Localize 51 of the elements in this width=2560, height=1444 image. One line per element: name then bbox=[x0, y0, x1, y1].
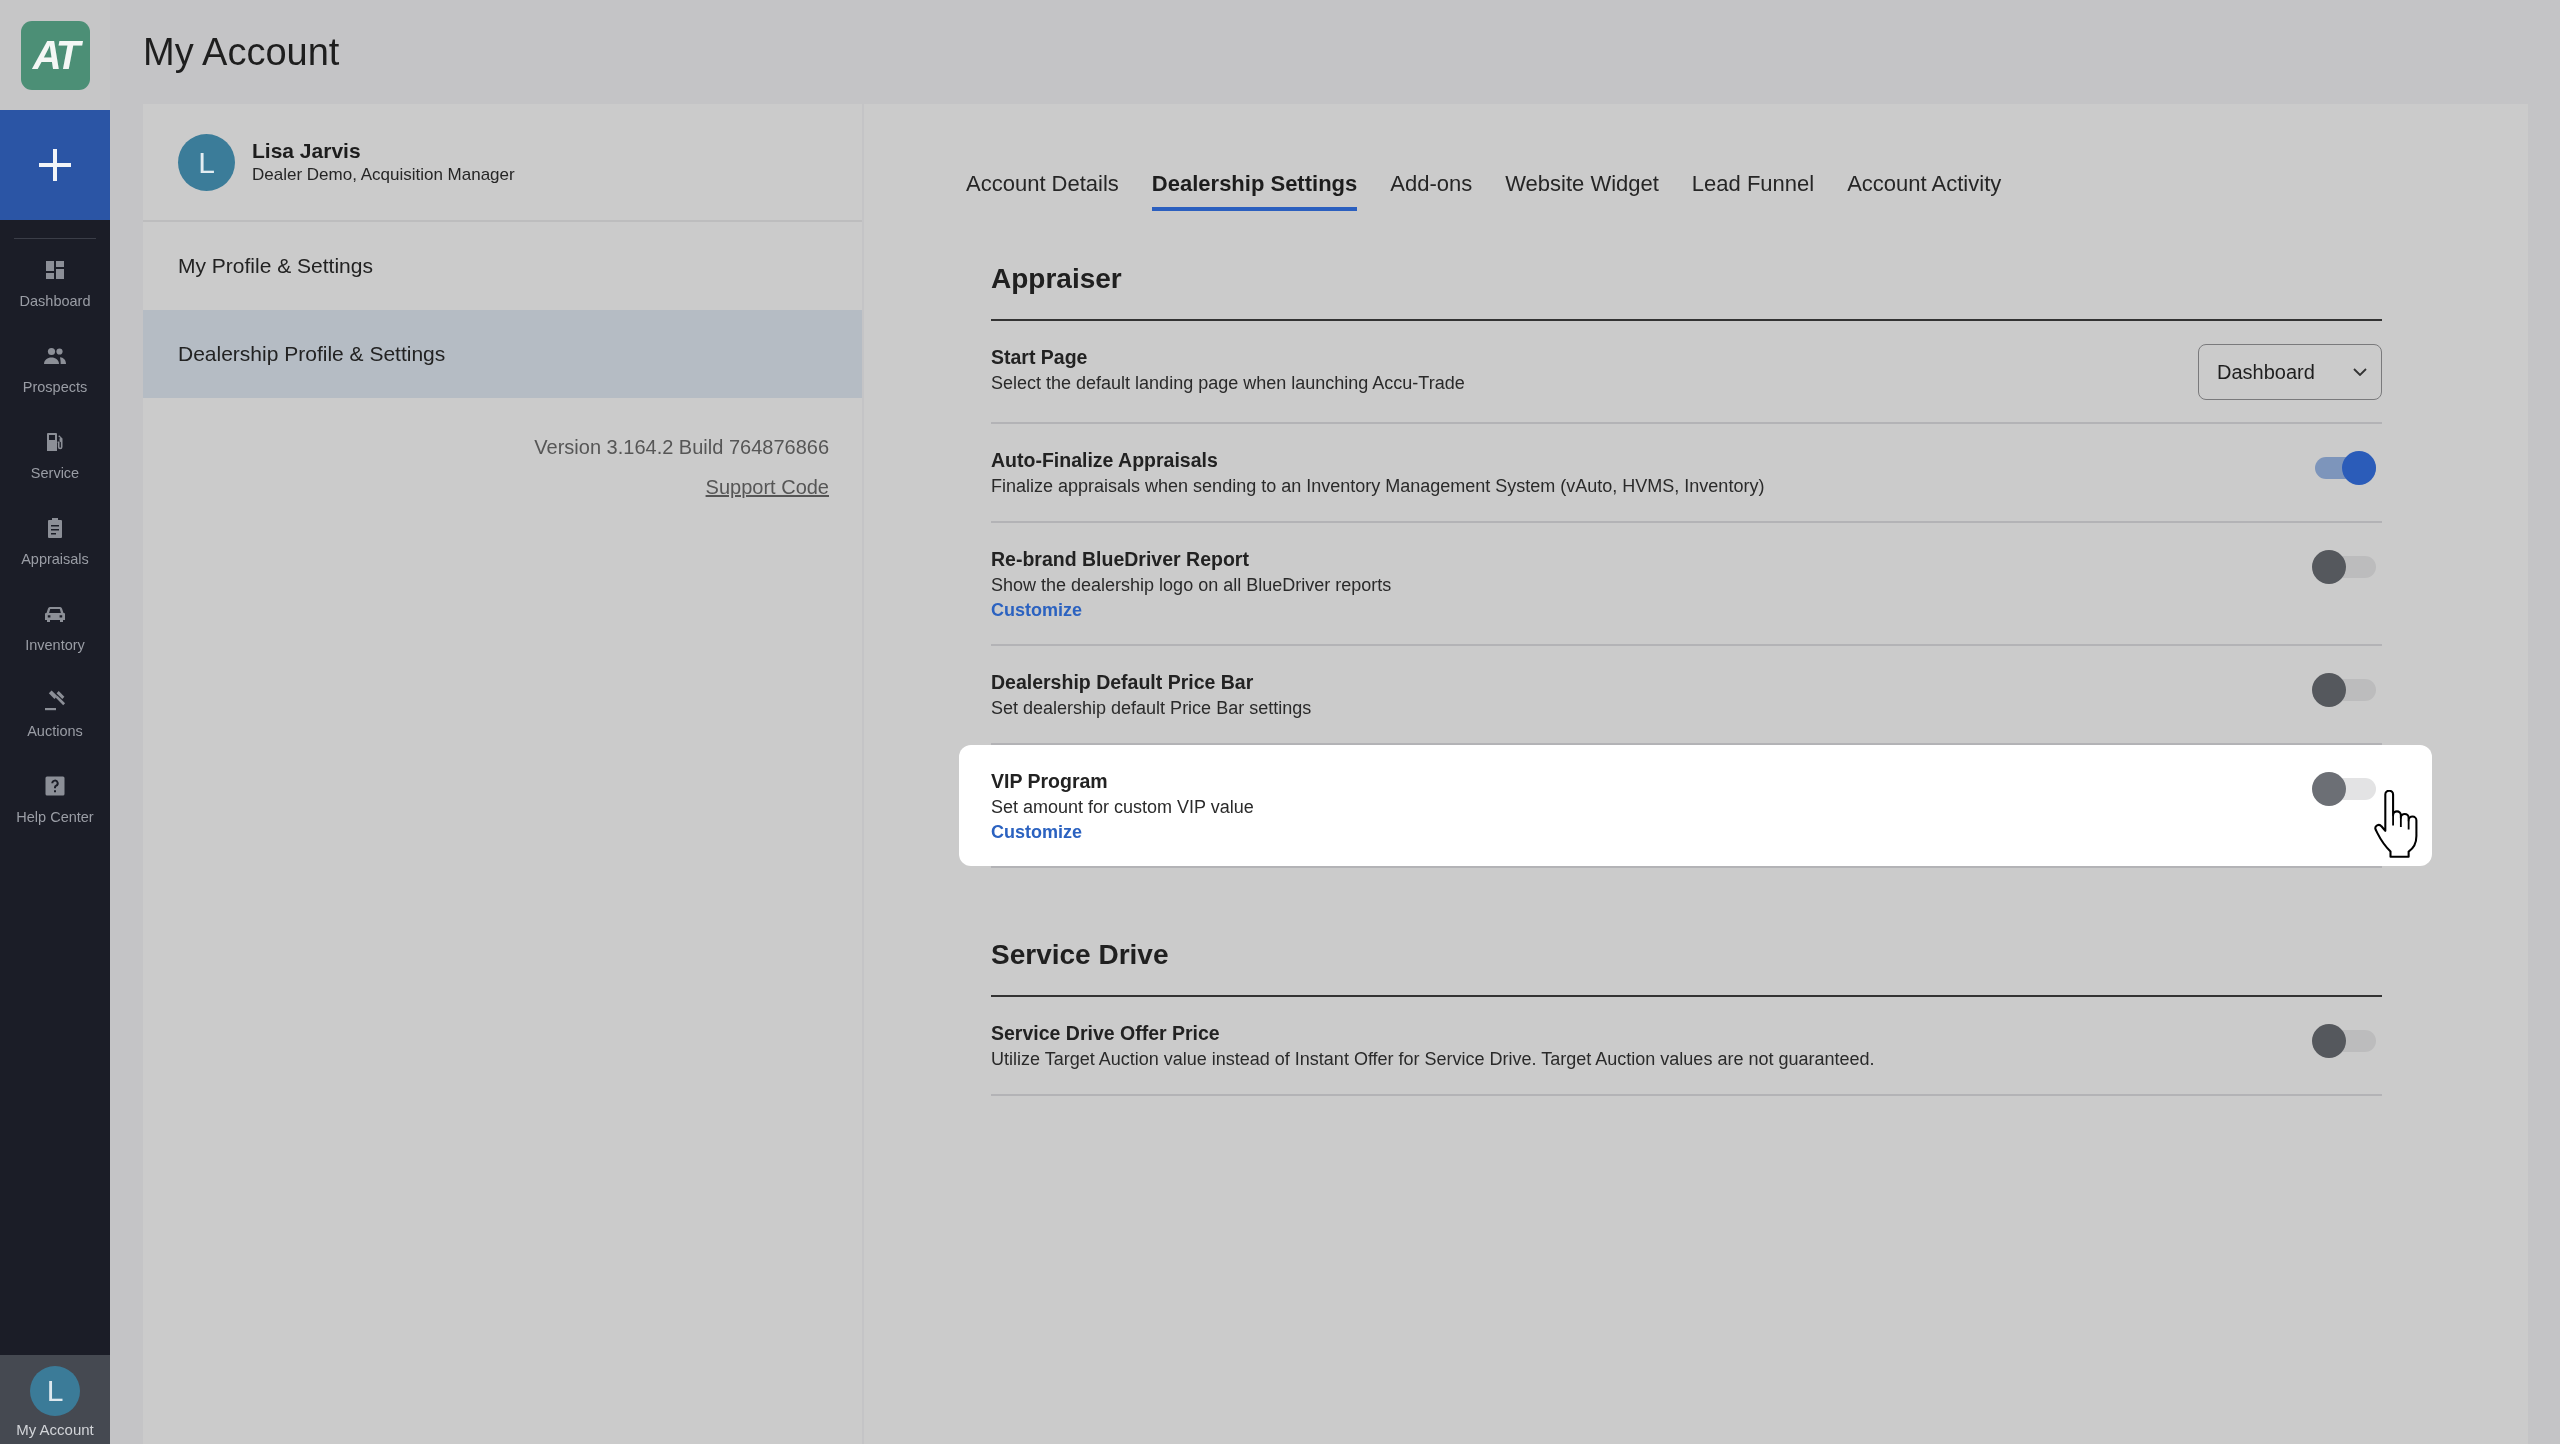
nav-item[interactable]: Prospects bbox=[0, 332, 110, 418]
tab[interactable]: Account Activity bbox=[1847, 170, 2002, 211]
setting-description: Finalize appraisals when sending to an Inventory Management System (vAuto, HVMS, Inventory) bbox=[991, 475, 1765, 498]
setting-description: Select the default landing page when launching Accu-Trade bbox=[991, 372, 1465, 395]
toggle-switch[interactable] bbox=[2312, 550, 2376, 584]
nav-item[interactable]: Service bbox=[0, 418, 110, 504]
user-role: Dealer Demo, Acquisition Manager bbox=[252, 164, 515, 186]
tab[interactable]: Lead Funnel bbox=[1691, 170, 1815, 211]
chevron-down-icon bbox=[2353, 368, 2367, 376]
account-nav-item[interactable]: L My Account bbox=[0, 1355, 110, 1444]
setting-title: VIP Program bbox=[991, 769, 1108, 794]
customize-link[interactable]: Customize bbox=[991, 820, 1082, 844]
user-name: Lisa Jarvis bbox=[252, 138, 361, 164]
toggle-switch[interactable] bbox=[2312, 1024, 2376, 1058]
support-code-link[interactable]: Support Code bbox=[705, 473, 829, 501]
tab[interactable]: Website Widget bbox=[1505, 170, 1659, 211]
help-icon bbox=[43, 774, 67, 798]
setting-description: Utilize Target Auction value instead of Instant Offer for Service Drive. Target Auction values are not guaranteed. bbox=[991, 1048, 1875, 1071]
dropdown[interactable]: Dashboard bbox=[2198, 344, 2382, 400]
setting-description: Show the dealership logo on all BlueDriver reports bbox=[991, 574, 1392, 597]
section-heading: Service Drive bbox=[991, 938, 1170, 972]
nav-item[interactable]: Dashboard bbox=[0, 246, 110, 332]
nav-item[interactable]: Auctions bbox=[0, 676, 110, 762]
toggle-switch[interactable] bbox=[2312, 673, 2376, 707]
setting-description: Set amount for custom VIP value bbox=[991, 796, 1254, 819]
setting-description: Set dealership default Price Bar settings bbox=[991, 697, 1312, 720]
plus-icon bbox=[38, 148, 72, 182]
gavel-icon bbox=[43, 688, 67, 712]
side-menu-item[interactable]: Dealership Profile & Settings bbox=[143, 310, 862, 398]
app-logo: AT bbox=[20, 20, 90, 90]
nav-item[interactable]: Inventory bbox=[0, 590, 110, 676]
page-title: My Account bbox=[143, 30, 340, 75]
nav-item[interactable]: Appraisals bbox=[0, 504, 110, 590]
avatar: L bbox=[30, 1366, 80, 1416]
toggle-switch[interactable] bbox=[2312, 772, 2376, 806]
setting-title: Service Drive Offer Price bbox=[991, 1021, 1220, 1046]
avatar: L bbox=[178, 133, 235, 191]
side-menu-item[interactable]: My Profile & Settings bbox=[143, 222, 862, 310]
dashboard-icon bbox=[43, 258, 67, 282]
hand-cursor-icon bbox=[2374, 790, 2418, 858]
setting-title: Re-brand BlueDriver Report bbox=[991, 547, 1249, 572]
tab[interactable]: Dealership Settings bbox=[1151, 170, 1358, 211]
nav-item[interactable]: Help Center bbox=[0, 762, 110, 848]
version-text: Version 3.164.2 Build 764876866 bbox=[534, 435, 829, 460]
tab[interactable]: Account Details bbox=[966, 170, 1119, 211]
setting-title: Start Page bbox=[991, 345, 1088, 370]
customize-link[interactable]: Customize bbox=[991, 598, 1082, 622]
section-heading: Appraiser bbox=[991, 262, 1123, 296]
setting-title: Dealership Default Price Bar bbox=[991, 670, 1254, 695]
tab[interactable]: Add-ons bbox=[1390, 170, 1473, 211]
setting-title: Auto-Finalize Appraisals bbox=[991, 448, 1218, 473]
